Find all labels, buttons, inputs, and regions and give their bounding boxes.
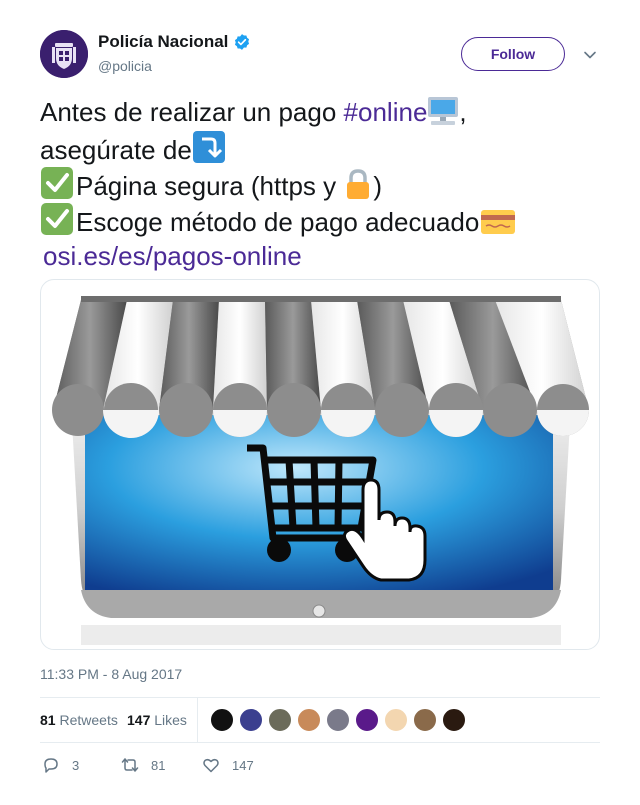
avatar[interactable] [239, 708, 263, 732]
avatar[interactable] [355, 708, 379, 732]
tweet-stats: 81 Retweets 147 Likes [40, 697, 600, 743]
likes-label: Likes [154, 712, 187, 728]
likes-count: 147 [127, 712, 151, 728]
avatar[interactable] [326, 708, 350, 732]
tweet-line-2: asegúrate de [40, 130, 600, 166]
tweet-timestamp[interactable]: 11:33 PM - 8 Aug 2017 [40, 666, 182, 682]
name-row: Policía Nacional [98, 32, 251, 52]
stats-divider [197, 698, 198, 742]
retweet-button[interactable]: 81 [121, 756, 165, 774]
computer-icon [427, 96, 459, 135]
handle[interactable]: @policia [98, 58, 152, 74]
display-name[interactable]: Policía Nacional [98, 32, 228, 52]
tweet-line-4: Escoge método de pago adecuado [40, 202, 600, 238]
tweet-text-segment: Página segura (https y [76, 171, 344, 201]
tweet-text-segment: Escoge método de pago adecuado [76, 207, 480, 237]
retweets-stat[interactable]: 81 Retweets [40, 712, 118, 728]
avatar[interactable] [210, 708, 234, 732]
retweets-count: 81 [40, 712, 56, 728]
tweet-header: Policía Nacional @policia Follow [40, 30, 600, 80]
chevron-down-icon[interactable] [581, 46, 599, 64]
retweets-label: Retweets [59, 712, 118, 728]
avatar[interactable] [413, 708, 437, 732]
tweet-text-segment: Antes de realizar un pago [40, 97, 344, 127]
likes-stat[interactable]: 147 Likes [127, 712, 187, 728]
avatar[interactable] [268, 708, 292, 732]
reply-count: 3 [72, 757, 80, 773]
tweet-text-segment: ) [373, 171, 383, 201]
like-count: 147 [232, 757, 254, 773]
reply-button[interactable]: 3 [42, 756, 79, 774]
hashtag-link[interactable]: #online [344, 97, 428, 127]
tweet-line-1: Antes de realizar un pago #online, [40, 94, 600, 130]
avatar[interactable] [384, 708, 408, 732]
tweet-text-segment: , [459, 97, 467, 127]
shopping-cart-on-monitor-illustration [52, 296, 589, 645]
avatar[interactable] [442, 708, 466, 732]
verified-badge-icon [235, 34, 250, 50]
heart-icon [203, 758, 219, 773]
police-crest-icon [40, 30, 88, 78]
retweet-icon [121, 758, 139, 772]
reply-icon [44, 758, 58, 773]
tweet-actions: 3 81 147 [40, 752, 600, 782]
avatar[interactable] [40, 30, 88, 78]
url-link[interactable]: osi.es/es/pagos-online [43, 241, 302, 271]
credit-card-icon [479, 208, 517, 245]
like-button[interactable]: 147 [202, 756, 254, 774]
retweet-count: 81 [151, 757, 166, 773]
tweet-text-segment: asegúrate de [40, 135, 192, 165]
tweet-line-3: Página segura (https y ) [40, 166, 600, 202]
media-image[interactable] [40, 279, 600, 650]
avatar[interactable] [297, 708, 321, 732]
tweet-text: Antes de realizar un pago #online, asegú… [40, 94, 600, 274]
follow-button[interactable]: Follow [461, 37, 565, 71]
